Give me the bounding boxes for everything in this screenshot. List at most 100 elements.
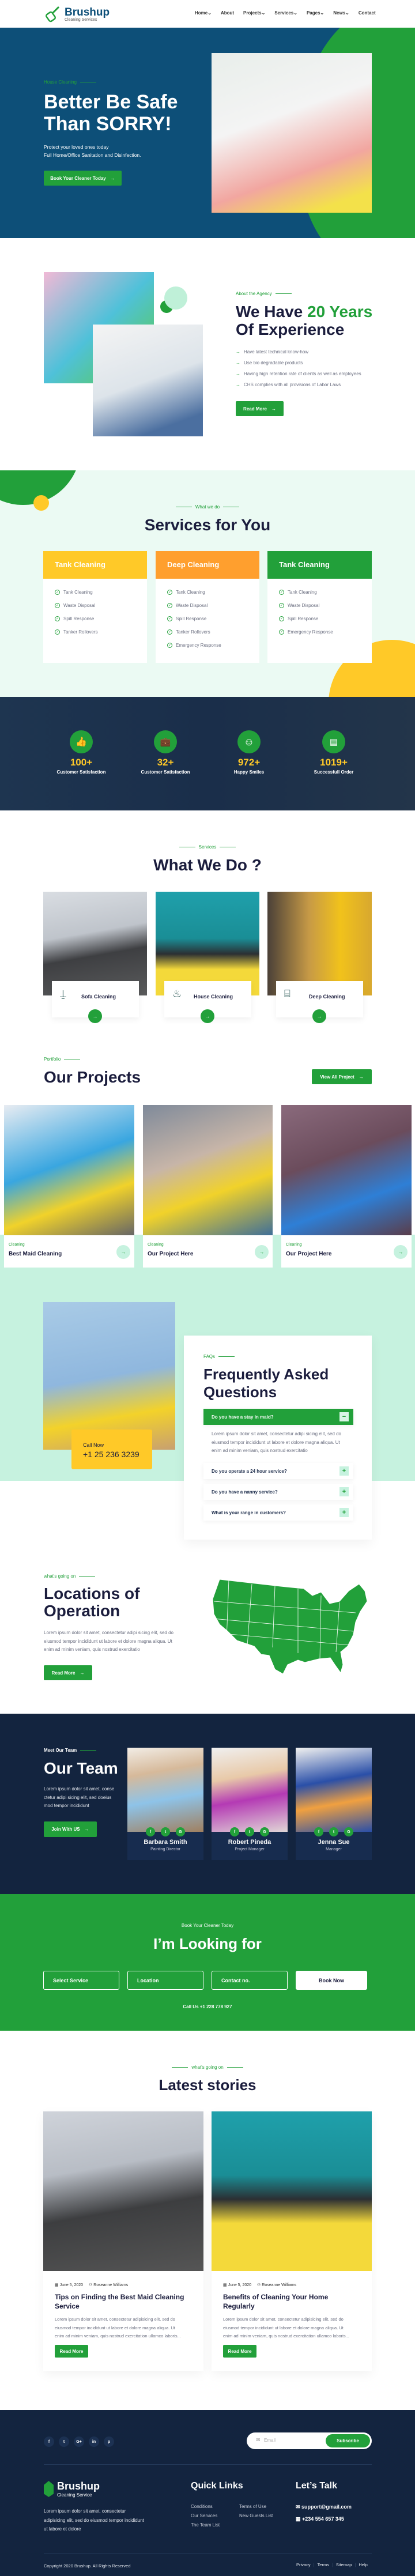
nav-news[interactable]: News⌄ xyxy=(333,10,349,16)
book-now-button[interactable]: Book Now xyxy=(296,1971,367,1990)
facebook-icon[interactable]: f xyxy=(146,1827,155,1836)
newsletter-form: ✉ Email Subscribe xyxy=(247,2432,372,2449)
google-plus-icon[interactable]: G+ xyxy=(74,2437,84,2447)
services-section: What we do Services for You Tank Cleanin… xyxy=(0,470,415,697)
twitter-icon[interactable]: t xyxy=(329,1827,338,1836)
team-card[interactable]: ftG Robert Pineda Project Manager xyxy=(212,1748,288,1860)
plus-icon: + xyxy=(339,1466,349,1476)
member-name: Barbara Smith xyxy=(144,1839,187,1846)
nav-home[interactable]: Home⌄ xyxy=(195,10,212,16)
post-excerpt: Lorem ipsum dolor sit amet, consectetur … xyxy=(223,2317,349,2339)
footer-phone[interactable]: ▦ +234 554 657 345 xyxy=(296,2516,344,2522)
about-section: About the Agency We Have 20 Years Of Expe… xyxy=(0,238,415,470)
arrow-button[interactable]: → xyxy=(255,1245,269,1259)
select-service-dropdown[interactable]: Select Service xyxy=(43,1971,119,1990)
faq-question[interactable]: What is your range in customers? + xyxy=(203,1504,353,1521)
lets-talk-title: Let’s Talk xyxy=(296,2481,338,2491)
call-now-box[interactable]: Call Now +1 25 236 3239 xyxy=(71,1430,152,1469)
check-icon: ✓ xyxy=(167,603,172,608)
google-icon[interactable]: G xyxy=(260,1827,269,1836)
nav-contact[interactable]: Contact xyxy=(359,10,376,16)
hero-title: Better Be Safe Than SORRY! xyxy=(44,91,178,135)
brand-logo[interactable]: Brushup Cleaning Services xyxy=(44,6,110,23)
team-paragraph: Lorem ipsum dolor sit amet, conse ctetur … xyxy=(44,1786,115,1808)
email-input[interactable]: Email xyxy=(264,2438,276,2443)
view-all-projects-button[interactable]: View All Project → xyxy=(312,1069,372,1084)
stats-section: 👍 100+ Customer Satisfaction 💼 32+ Custo… xyxy=(0,697,415,810)
faq-image-supplies xyxy=(43,1302,175,1450)
team-card[interactable]: ftG Barbara Smith Painting Director xyxy=(127,1748,203,1860)
arrow-button[interactable]: → xyxy=(201,1009,214,1023)
google-icon[interactable]: G xyxy=(344,1827,353,1836)
footer-email[interactable]: ✉ support@gmail.com xyxy=(296,2504,352,2510)
terms-link[interactable]: Terms xyxy=(318,2562,329,2567)
arrow-icon: → xyxy=(236,382,240,387)
arrow-button[interactable]: → xyxy=(394,1245,408,1259)
list-item: ✓ Emergency Response xyxy=(279,629,333,635)
join-with-us-button[interactable]: Join With US → xyxy=(44,1821,97,1837)
post-read-more-button[interactable]: Read More xyxy=(55,2345,88,2358)
about-read-more-button[interactable]: Read More → xyxy=(236,401,284,416)
footer-socials: f t G+ in p xyxy=(44,2437,114,2447)
facebook-icon[interactable]: f xyxy=(44,2437,54,2447)
arrow-button[interactable]: → xyxy=(88,1009,102,1023)
subscribe-button[interactable]: Subscribe xyxy=(326,2434,370,2447)
project-card[interactable]: Cleaning Best Maid Cleaning → xyxy=(4,1105,134,1268)
faq-answer: Lorem ipsum dolor sit amet, consectetur … xyxy=(212,1431,341,1453)
locations-read-more-button[interactable]: Read More → xyxy=(44,1665,92,1680)
privacy-link[interactable]: Privacy xyxy=(296,2562,311,2567)
booking-call-us[interactable]: Call Us +1 228 778 927 xyxy=(0,2004,415,2009)
stat-label: Successfull Order xyxy=(314,770,354,775)
nav-services[interactable]: Services⌄ xyxy=(274,10,297,16)
services-eyebrow: What we do xyxy=(0,504,415,510)
service-card: Tank Cleaning ✓ Tank Cleaning ✓ Waste Disp… xyxy=(43,551,147,663)
footer-logo[interactable]: Brushup Cleaning Service xyxy=(44,2480,100,2498)
check-icon: ✓ xyxy=(55,616,60,621)
project-image xyxy=(281,1105,412,1235)
footer-link-terms-of-use[interactable]: Terms of Use xyxy=(239,2504,266,2509)
member-role: Painting Director xyxy=(150,1847,180,1851)
faq-question[interactable]: Do you operate a 24 hour service? + xyxy=(203,1463,353,1479)
thumbs-up-icon: 👍 xyxy=(70,730,93,753)
project-card[interactable]: Cleaning Our Project Here → xyxy=(281,1105,412,1268)
nav-pages[interactable]: Pages⌄ xyxy=(307,10,324,16)
footer-link-new-guests[interactable]: New Guests List xyxy=(239,2513,273,2518)
nav-about[interactable]: About xyxy=(221,10,234,16)
stat-value: 1019+ xyxy=(320,757,348,768)
arrow-right-icon: → xyxy=(271,406,276,412)
nav-projects[interactable]: Projects⌄ xyxy=(243,10,265,16)
twitter-icon[interactable]: t xyxy=(59,2437,69,2447)
project-card[interactable]: Cleaning Our Project Here → xyxy=(143,1105,273,1268)
faq-question[interactable]: Do you have a nanny service? + xyxy=(203,1484,353,1500)
book-cleaner-button[interactable]: Book Your Cleaner Today → xyxy=(44,171,122,186)
list-item: → Use bio degradable products xyxy=(236,360,303,365)
sitemap-link[interactable]: Sitemap xyxy=(336,2562,352,2567)
team-card[interactable]: ftG Jenna Sue Manager xyxy=(296,1748,372,1860)
facebook-icon[interactable]: f xyxy=(230,1827,239,1836)
google-icon[interactable]: G xyxy=(176,1827,185,1836)
post-title[interactable]: Benefits of Cleaning Your Home Regularly xyxy=(223,2292,328,2311)
contact-number-input[interactable]: Contact no. xyxy=(212,1971,288,1990)
post-title[interactable]: Tips on Finding the Best Maid Cleaning Se… xyxy=(55,2292,184,2311)
twitter-icon[interactable]: t xyxy=(245,1827,254,1836)
footer-link-our-services[interactable]: Our Services xyxy=(191,2513,217,2518)
list-item: ✓ Tanker Rollovers xyxy=(167,629,210,635)
stat-label: Happy Smiles xyxy=(233,770,265,775)
post-read-more-button[interactable]: Read More xyxy=(223,2345,256,2358)
arrow-button[interactable]: → xyxy=(116,1245,130,1259)
linkedin-icon[interactable]: in xyxy=(89,2437,99,2447)
mail-icon: ✉ xyxy=(296,2504,302,2510)
briefcase-icon: 💼 xyxy=(154,730,177,753)
faq-question-active[interactable]: Do you have a stay in maid? − xyxy=(203,1409,353,1425)
facebook-icon[interactable]: f xyxy=(314,1827,323,1836)
help-link[interactable]: Help xyxy=(359,2562,367,2567)
location-input[interactable]: Location xyxy=(127,1971,203,1990)
footer-link-team-list[interactable]: The Team List xyxy=(191,2522,220,2528)
twitter-icon[interactable]: t xyxy=(161,1827,170,1836)
arrow-button[interactable]: → xyxy=(312,1009,326,1023)
check-icon: ✓ xyxy=(279,590,284,595)
footer-link-conditions[interactable]: Conditions xyxy=(191,2504,213,2509)
stat-value: 972+ xyxy=(237,757,261,768)
blog-title: Latest stories xyxy=(159,2076,256,2094)
pinterest-icon[interactable]: p xyxy=(104,2437,114,2447)
